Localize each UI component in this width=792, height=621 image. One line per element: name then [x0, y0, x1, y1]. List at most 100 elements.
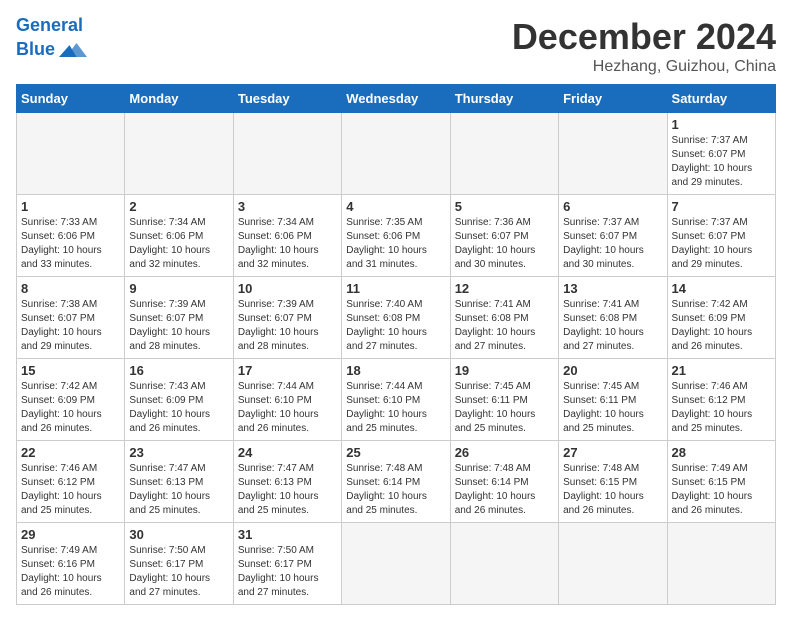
calendar-cell: 5 Sunrise: 7:36 AM Sunset: 6:07 PM Dayli…: [450, 195, 558, 277]
location: Hezhang, Guizhou, China: [512, 58, 776, 76]
calendar-cell: [450, 523, 558, 605]
calendar-cell: [17, 113, 125, 195]
calendar-cell: 26 Sunrise: 7:48 AM Sunset: 6:14 PM Dayl…: [450, 441, 558, 523]
day-info: Sunrise: 7:38 AM Sunset: 6:07 PM Dayligh…: [21, 298, 120, 354]
day-info: Sunrise: 7:50 AM Sunset: 6:17 PM Dayligh…: [238, 544, 337, 600]
day-info: Sunrise: 7:41 AM Sunset: 6:08 PM Dayligh…: [563, 298, 662, 354]
day-number: 28: [672, 445, 771, 460]
calendar-cell: 17 Sunrise: 7:44 AM Sunset: 6:10 PM Dayl…: [233, 359, 341, 441]
day-info: Sunrise: 7:45 AM Sunset: 6:11 PM Dayligh…: [563, 380, 662, 436]
calendar-cell: 16 Sunrise: 7:43 AM Sunset: 6:09 PM Dayl…: [125, 359, 233, 441]
calendar-cell: 21 Sunrise: 7:46 AM Sunset: 6:12 PM Dayl…: [667, 359, 775, 441]
day-number: 25: [346, 445, 445, 460]
day-info: Sunrise: 7:45 AM Sunset: 6:11 PM Dayligh…: [455, 380, 554, 436]
calendar-cell: 27 Sunrise: 7:48 AM Sunset: 6:15 PM Dayl…: [559, 441, 667, 523]
day-number: 31: [238, 527, 337, 542]
day-number: 24: [238, 445, 337, 460]
day-number: 8: [21, 281, 120, 296]
calendar-cell: [450, 113, 558, 195]
day-number: 1: [672, 117, 771, 132]
calendar-cell: 18 Sunrise: 7:44 AM Sunset: 6:10 PM Dayl…: [342, 359, 450, 441]
logo-text: General: [16, 16, 87, 36]
day-info: Sunrise: 7:49 AM Sunset: 6:15 PM Dayligh…: [672, 462, 771, 518]
day-info: Sunrise: 7:46 AM Sunset: 6:12 PM Dayligh…: [21, 462, 120, 518]
day-header-sunday: Sunday: [17, 85, 125, 113]
day-header-wednesday: Wednesday: [342, 85, 450, 113]
day-header-friday: Friday: [559, 85, 667, 113]
week-row-1: 1 Sunrise: 7:33 AM Sunset: 6:06 PM Dayli…: [17, 195, 776, 277]
day-info: Sunrise: 7:37 AM Sunset: 6:07 PM Dayligh…: [672, 216, 771, 272]
calendar-cell: 19 Sunrise: 7:45 AM Sunset: 6:11 PM Dayl…: [450, 359, 558, 441]
day-number: 2: [129, 199, 228, 214]
day-info: Sunrise: 7:35 AM Sunset: 6:06 PM Dayligh…: [346, 216, 445, 272]
calendar-cell: 11 Sunrise: 7:40 AM Sunset: 6:08 PM Dayl…: [342, 277, 450, 359]
day-number: 3: [238, 199, 337, 214]
day-number: 1: [21, 199, 120, 214]
calendar-cell: 1 Sunrise: 7:33 AM Sunset: 6:06 PM Dayli…: [17, 195, 125, 277]
calendar-cell: [342, 113, 450, 195]
day-number: 29: [21, 527, 120, 542]
calendar-cell: [559, 523, 667, 605]
day-header-saturday: Saturday: [667, 85, 775, 113]
calendar-cell: 30 Sunrise: 7:50 AM Sunset: 6:17 PM Dayl…: [125, 523, 233, 605]
day-header-tuesday: Tuesday: [233, 85, 341, 113]
day-number: 6: [563, 199, 662, 214]
week-row-5: 29 Sunrise: 7:49 AM Sunset: 6:16 PM Dayl…: [17, 523, 776, 605]
day-number: 30: [129, 527, 228, 542]
day-info: Sunrise: 7:42 AM Sunset: 6:09 PM Dayligh…: [672, 298, 771, 354]
day-number: 21: [672, 363, 771, 378]
calendar-cell: 22 Sunrise: 7:46 AM Sunset: 6:12 PM Dayl…: [17, 441, 125, 523]
day-number: 20: [563, 363, 662, 378]
day-info: Sunrise: 7:34 AM Sunset: 6:06 PM Dayligh…: [129, 216, 228, 272]
day-info: Sunrise: 7:39 AM Sunset: 6:07 PM Dayligh…: [238, 298, 337, 354]
day-info: Sunrise: 7:37 AM Sunset: 6:07 PM Dayligh…: [672, 134, 771, 190]
calendar-cell: 29 Sunrise: 7:49 AM Sunset: 6:16 PM Dayl…: [17, 523, 125, 605]
calendar-cell: 31 Sunrise: 7:50 AM Sunset: 6:17 PM Dayl…: [233, 523, 341, 605]
day-info: Sunrise: 7:47 AM Sunset: 6:13 PM Dayligh…: [238, 462, 337, 518]
day-number: 11: [346, 281, 445, 296]
calendar-body: 1 Sunrise: 7:37 AM Sunset: 6:07 PM Dayli…: [17, 113, 776, 605]
day-number: 14: [672, 281, 771, 296]
calendar-cell: 4 Sunrise: 7:35 AM Sunset: 6:06 PM Dayli…: [342, 195, 450, 277]
calendar-cell: 20 Sunrise: 7:45 AM Sunset: 6:11 PM Dayl…: [559, 359, 667, 441]
calendar-cell: 3 Sunrise: 7:34 AM Sunset: 6:06 PM Dayli…: [233, 195, 341, 277]
calendar-cell: 2 Sunrise: 7:34 AM Sunset: 6:06 PM Dayli…: [125, 195, 233, 277]
calendar-cell: 12 Sunrise: 7:41 AM Sunset: 6:08 PM Dayl…: [450, 277, 558, 359]
day-number: 13: [563, 281, 662, 296]
calendar-cell: [667, 523, 775, 605]
day-number: 12: [455, 281, 554, 296]
day-info: Sunrise: 7:44 AM Sunset: 6:10 PM Dayligh…: [238, 380, 337, 436]
calendar-cell: 9 Sunrise: 7:39 AM Sunset: 6:07 PM Dayli…: [125, 277, 233, 359]
calendar-cell: [342, 523, 450, 605]
calendar-cell: 7 Sunrise: 7:37 AM Sunset: 6:07 PM Dayli…: [667, 195, 775, 277]
calendar-cell: 15 Sunrise: 7:42 AM Sunset: 6:09 PM Dayl…: [17, 359, 125, 441]
day-number: 23: [129, 445, 228, 460]
calendar-cell: 13 Sunrise: 7:41 AM Sunset: 6:08 PM Dayl…: [559, 277, 667, 359]
calendar-cell: 8 Sunrise: 7:38 AM Sunset: 6:07 PM Dayli…: [17, 277, 125, 359]
day-info: Sunrise: 7:48 AM Sunset: 6:14 PM Dayligh…: [455, 462, 554, 518]
day-number: 5: [455, 199, 554, 214]
calendar-cell: 14 Sunrise: 7:42 AM Sunset: 6:09 PM Dayl…: [667, 277, 775, 359]
calendar-cell: [559, 113, 667, 195]
day-info: Sunrise: 7:47 AM Sunset: 6:13 PM Dayligh…: [129, 462, 228, 518]
calendar-cell: 6 Sunrise: 7:37 AM Sunset: 6:07 PM Dayli…: [559, 195, 667, 277]
day-header-monday: Monday: [125, 85, 233, 113]
day-number: 17: [238, 363, 337, 378]
day-number: 22: [21, 445, 120, 460]
day-info: Sunrise: 7:37 AM Sunset: 6:07 PM Dayligh…: [563, 216, 662, 272]
day-number: 19: [455, 363, 554, 378]
calendar-cell: 28 Sunrise: 7:49 AM Sunset: 6:15 PM Dayl…: [667, 441, 775, 523]
week-row-4: 22 Sunrise: 7:46 AM Sunset: 6:12 PM Dayl…: [17, 441, 776, 523]
day-number: 10: [238, 281, 337, 296]
week-row-0: 1 Sunrise: 7:37 AM Sunset: 6:07 PM Dayli…: [17, 113, 776, 195]
day-info: Sunrise: 7:39 AM Sunset: 6:07 PM Dayligh…: [129, 298, 228, 354]
day-info: Sunrise: 7:49 AM Sunset: 6:16 PM Dayligh…: [21, 544, 120, 600]
calendar-cell: 25 Sunrise: 7:48 AM Sunset: 6:14 PM Dayl…: [342, 441, 450, 523]
day-info: Sunrise: 7:44 AM Sunset: 6:10 PM Dayligh…: [346, 380, 445, 436]
calendar-cell: [125, 113, 233, 195]
month-title: December 2024: [512, 16, 776, 58]
page-header: General Blue December 2024 Hezhang, Guiz…: [16, 16, 776, 76]
calendar-cell: 10 Sunrise: 7:39 AM Sunset: 6:07 PM Dayl…: [233, 277, 341, 359]
calendar-cell: [233, 113, 341, 195]
day-header-thursday: Thursday: [450, 85, 558, 113]
